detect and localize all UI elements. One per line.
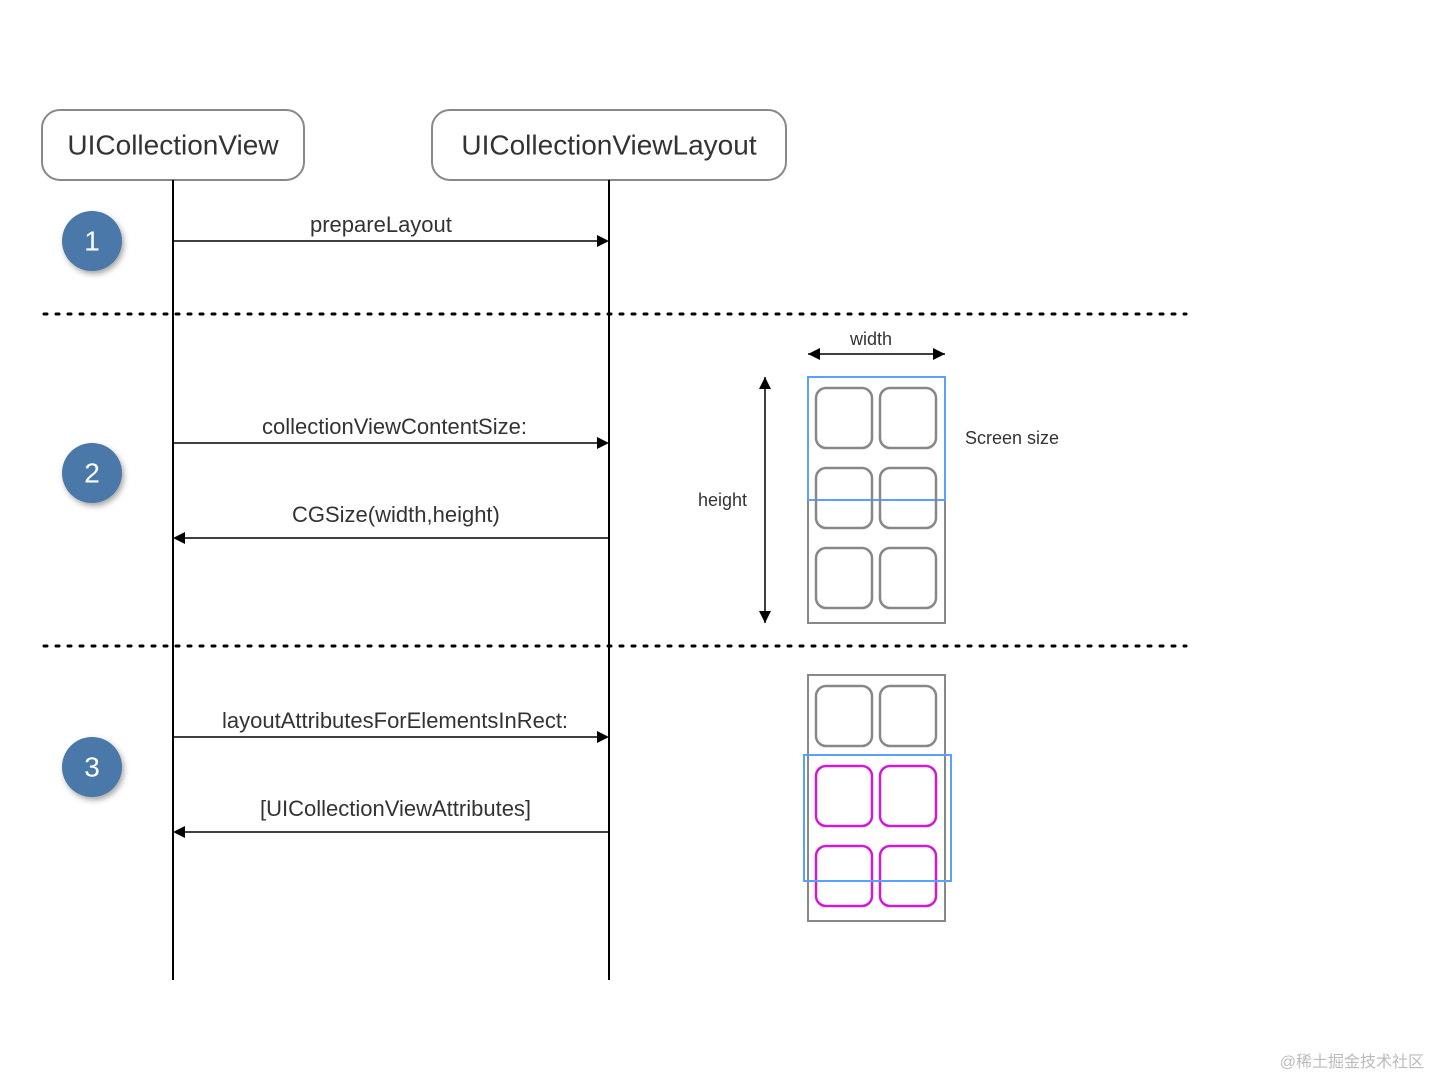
s3-cell-selected bbox=[816, 846, 872, 906]
diagram-canvas: UICollectionView UICollectionViewLayout … bbox=[0, 0, 1440, 1080]
width-arrow-r bbox=[933, 348, 945, 360]
width-label: width bbox=[850, 329, 892, 350]
s3-cell-selected bbox=[816, 766, 872, 826]
s2-cell bbox=[816, 468, 872, 528]
step3-msg2: [UICollectionViewAttributes] bbox=[260, 796, 531, 822]
arrow-step3a-head bbox=[597, 731, 609, 743]
s3-cell-grey bbox=[880, 686, 936, 746]
step1-msg: prepareLayout bbox=[310, 212, 452, 238]
screen-size-label: Screen size bbox=[965, 428, 1059, 449]
diagram-svg: UICollectionView UICollectionViewLayout … bbox=[0, 0, 1440, 1080]
s2-cell bbox=[880, 388, 936, 448]
step-1-num: 1 bbox=[84, 226, 100, 257]
lifeline-right-title: UICollectionViewLayout bbox=[461, 130, 756, 161]
s3-cell-selected bbox=[880, 846, 936, 906]
width-arrow-l bbox=[808, 348, 820, 360]
s2-cell bbox=[880, 548, 936, 608]
arrow-step2a-head bbox=[597, 437, 609, 449]
arrow-step1-head bbox=[597, 235, 609, 247]
step-3-num: 3 bbox=[84, 752, 100, 783]
step-2-num: 2 bbox=[84, 458, 100, 489]
arrow-step3b-head bbox=[173, 826, 185, 838]
height-label: height bbox=[698, 490, 747, 511]
s3-cell-selected bbox=[880, 766, 936, 826]
s3-cell-grey bbox=[816, 686, 872, 746]
s2-cell bbox=[816, 548, 872, 608]
visible-rect bbox=[804, 755, 951, 881]
height-arrow-b bbox=[759, 611, 771, 623]
arrow-step2b-head bbox=[173, 532, 185, 544]
content-rect-3 bbox=[808, 675, 945, 921]
step3-msg1: layoutAttributesForElementsInRect: bbox=[222, 708, 568, 734]
step2-msg2: CGSize(width,height) bbox=[292, 502, 500, 528]
height-arrow-t bbox=[759, 377, 771, 389]
s2-cell bbox=[880, 468, 936, 528]
s2-cell bbox=[816, 388, 872, 448]
watermark: @稀土掘金技术社区 bbox=[1280, 1048, 1424, 1072]
lifeline-left-title: UICollectionView bbox=[67, 130, 279, 161]
step2-msg1: collectionViewContentSize: bbox=[262, 414, 527, 440]
screen-rect bbox=[808, 377, 945, 500]
